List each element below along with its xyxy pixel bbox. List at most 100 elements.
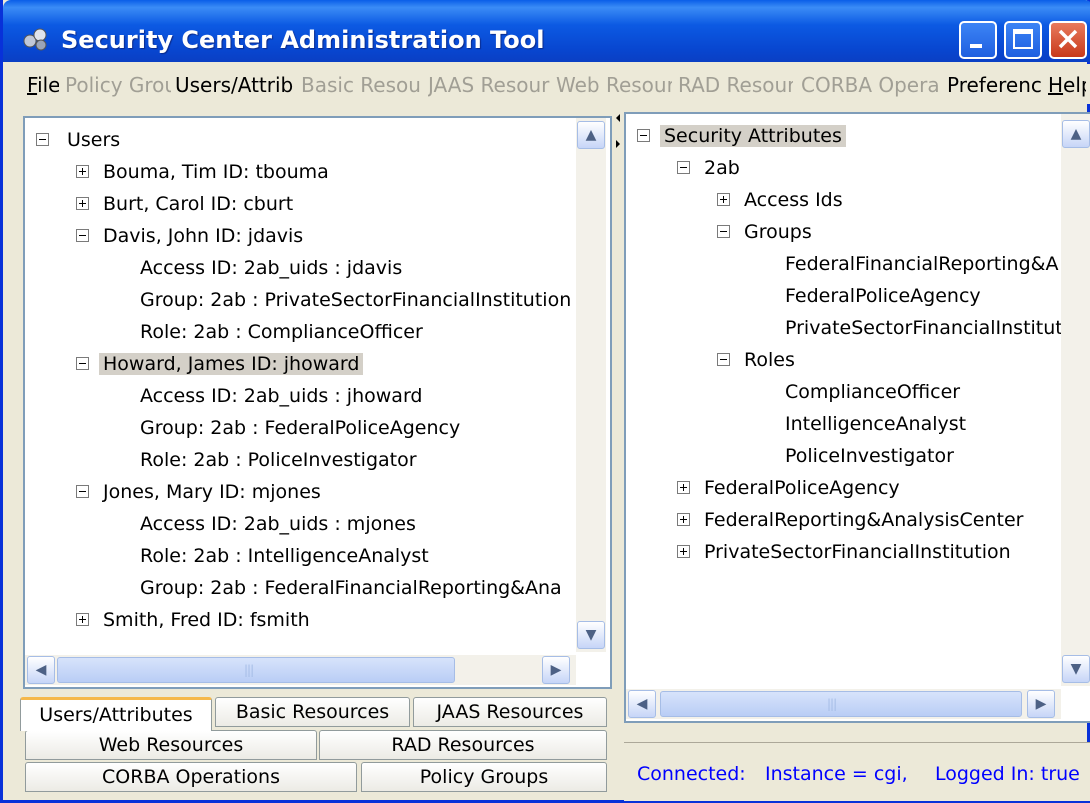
title-bar[interactable]: Security Center Administration Tool: [3, 0, 1090, 62]
split-pane-divider[interactable]: [612, 110, 624, 690]
scroll-right-button[interactable]: ▶: [542, 656, 570, 684]
tree-node-access-ids[interactable]: Access Ids: [714, 186, 847, 214]
collapse-icon[interactable]: [76, 485, 89, 498]
tree-node-label: Roles: [744, 349, 795, 371]
attributes-horizontal-scrollbar[interactable]: ◀ ||| ▶: [626, 689, 1061, 719]
tree-leaf[interactable]: FederalPoliceAgency: [785, 282, 981, 310]
minimize-button[interactable]: [959, 21, 997, 59]
collapse-icon[interactable]: [717, 353, 730, 366]
tree-node-security-attributes-root[interactable]: Security Attributes: [634, 122, 846, 150]
scroll-right-button[interactable]: ▶: [1027, 690, 1055, 718]
window-title: Security Center Administration Tool: [61, 26, 545, 54]
attributes-tree-panel: Security Attributes 2ab Access Ids Group…: [624, 112, 1090, 723]
collapse-icon[interactable]: [76, 229, 89, 242]
scroll-up-button[interactable]: ▲: [577, 121, 605, 149]
tab-corba-operations[interactable]: CORBA Operations: [25, 762, 357, 792]
tree-leaf[interactable]: Access ID: 2ab_uids : jhoward: [140, 382, 422, 410]
scroll-left-button[interactable]: ◀: [27, 656, 55, 684]
tree-node-roles[interactable]: Roles: [714, 346, 799, 374]
tree-node-label: Smith, Fred ID: fsmith: [103, 609, 310, 631]
scroll-down-button[interactable]: ▼: [577, 621, 605, 649]
tree-node-user[interactable]: Jones, Mary ID: mjones: [73, 478, 325, 506]
tree-leaf[interactable]: PoliceInvestigator: [785, 442, 954, 470]
expand-icon[interactable]: [76, 613, 89, 626]
horizontal-scroll-thumb[interactable]: |||: [660, 691, 1022, 717]
users-tree-panel: Users Bouma, Tim ID: tbouma Burt, Carol …: [23, 116, 612, 689]
close-button[interactable]: [1049, 21, 1087, 59]
menu-corba-operations[interactable]: CORBA Opera: [801, 73, 939, 97]
tree-node-label: Burt, Carol ID: cburt: [103, 193, 294, 215]
tree-leaf[interactable]: Role: 2ab : PoliceInvestigator: [140, 446, 417, 474]
tree-leaf[interactable]: IntelligenceAnalyst: [785, 410, 966, 438]
status-connected: Connected:: [637, 763, 746, 785]
collapse-icon[interactable]: [36, 133, 49, 146]
tree-node-user[interactable]: Burt, Carol ID: cburt: [73, 190, 297, 218]
collapse-icon[interactable]: [76, 357, 89, 370]
scroll-up-button[interactable]: ▲: [1062, 120, 1090, 148]
app-icon: [23, 28, 47, 51]
tab-jaas-resources[interactable]: JAAS Resources: [413, 697, 607, 727]
expand-icon[interactable]: [677, 545, 690, 558]
tree-node-realm[interactable]: FederalPoliceAgency: [674, 474, 904, 502]
tree-node-label: Howard, James ID: jhoward: [99, 353, 364, 375]
tree-node-groups[interactable]: Groups: [714, 218, 816, 246]
tab-basic-resources[interactable]: Basic Resources: [215, 697, 410, 727]
users-horizontal-scrollbar[interactable]: ◀ ||| ▶: [25, 655, 576, 685]
tree-node-label: Security Attributes: [660, 125, 846, 147]
menu-policy-groups[interactable]: Policy Grou: [65, 73, 171, 97]
tab-rad-resources[interactable]: RAD Resources: [319, 730, 607, 760]
menu-rad-resources[interactable]: RAD Resour: [678, 73, 793, 97]
collapse-icon[interactable]: [637, 129, 650, 142]
tree-leaf[interactable]: Group: 2ab : FederalFinancialReporting&A…: [140, 574, 562, 602]
tab-web-resources[interactable]: Web Resources: [25, 730, 317, 760]
maximize-button[interactable]: [1004, 21, 1042, 59]
tree-leaf[interactable]: ComplianceOfficer: [785, 378, 960, 406]
users-vertical-scrollbar[interactable]: ▲ ▼: [576, 118, 606, 652]
tree-leaf[interactable]: Group: 2ab : FederalPoliceAgency: [140, 414, 460, 442]
tree-node-realm[interactable]: FederalReporting&AnalysisCenter: [674, 506, 1027, 534]
tree-node-label: PrivateSectorFinancialInstitution: [704, 541, 1011, 563]
maximize-icon: [1013, 29, 1033, 49]
tree-node-user[interactable]: Davis, John ID: jdavis: [73, 222, 307, 250]
tree-leaf[interactable]: Role: 2ab : ComplianceOfficer: [140, 318, 423, 346]
tree-node-realm[interactable]: PrivateSectorFinancialInstitution: [674, 538, 1015, 566]
close-icon: [1058, 29, 1078, 49]
minimize-icon: [970, 44, 982, 48]
tree-leaf[interactable]: Role: 2ab : IntelligenceAnalyst: [140, 542, 429, 570]
tree-node-label: Davis, John ID: jdavis: [103, 225, 304, 247]
menu-help[interactable]: Help: [1048, 73, 1086, 97]
tree-node-label: Access Ids: [744, 189, 843, 211]
menu-preferences[interactable]: Preferenc: [947, 73, 1042, 97]
expand-icon[interactable]: [717, 193, 730, 206]
collapse-icon[interactable]: [677, 161, 690, 174]
tab-users-attributes[interactable]: Users/Attributes: [20, 697, 212, 731]
tree-leaf[interactable]: FederalFinancialReporting&A: [785, 250, 1058, 278]
attributes-vertical-scrollbar[interactable]: ▲ ▼: [1061, 114, 1090, 686]
menu-file[interactable]: File: [27, 73, 59, 97]
tree-leaf[interactable]: PrivateSectorFinancialInstitut: [785, 314, 1063, 342]
tree-leaf[interactable]: Group: 2ab : PrivateSectorFinancialInsti…: [140, 286, 571, 314]
tab-policy-groups[interactable]: Policy Groups: [361, 762, 607, 792]
tree-node-user[interactable]: Smith, Fred ID: fsmith: [73, 606, 314, 634]
expand-icon[interactable]: [677, 481, 690, 494]
scroll-down-button[interactable]: ▼: [1062, 655, 1090, 683]
tree-node-realm[interactable]: 2ab: [674, 154, 744, 182]
tree-node-users-root[interactable]: Users: [33, 126, 124, 154]
scroll-grip: |||: [244, 663, 254, 677]
expand-icon[interactable]: [677, 513, 690, 526]
menu-basic-resources[interactable]: Basic Resour: [301, 73, 422, 97]
tree-leaf[interactable]: Access ID: 2ab_uids : jdavis: [140, 254, 402, 282]
tree-node-label: Users: [67, 129, 121, 151]
expand-icon[interactable]: [76, 197, 89, 210]
collapse-icon[interactable]: [717, 225, 730, 238]
horizontal-scroll-thumb[interactable]: |||: [57, 657, 455, 683]
tree-node-user-selected[interactable]: Howard, James ID: jhoward: [73, 350, 364, 378]
menu-web-resources[interactable]: Web Resour: [556, 73, 672, 97]
menu-users-attributes[interactable]: Users/Attrib: [175, 73, 293, 97]
tree-node-label: 2ab: [704, 157, 740, 179]
tree-leaf[interactable]: Access ID: 2ab_uids : mjones: [140, 510, 416, 538]
scroll-left-button[interactable]: ◀: [628, 690, 656, 718]
menu-jaas-resources[interactable]: JAAS Resour: [428, 73, 550, 97]
tree-node-user[interactable]: Bouma, Tim ID: tbouma: [73, 158, 333, 186]
expand-icon[interactable]: [76, 165, 89, 178]
